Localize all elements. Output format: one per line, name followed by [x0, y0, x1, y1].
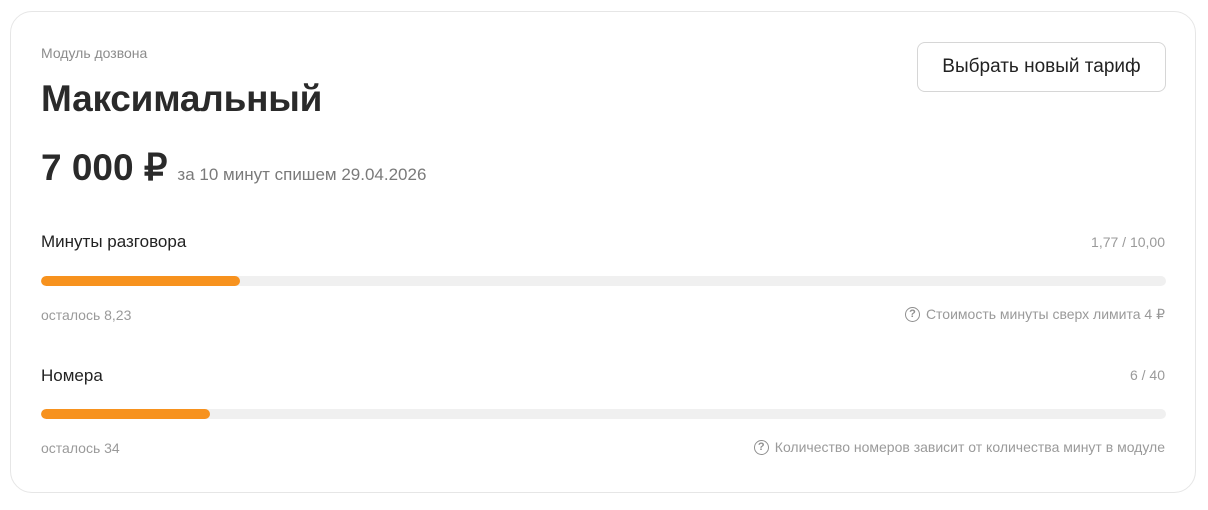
question-circle-icon[interactable]: ?: [753, 439, 769, 455]
hint-numbers[interactable]: ? Количество номеров зависит от количест…: [753, 439, 1165, 455]
tariff-card: Модуль дозвона Максимальный Выбрать новы…: [10, 11, 1196, 493]
progress-bar-minutes: [41, 276, 1166, 286]
price-note: за 10 минут спишем 29.04.2026: [177, 165, 427, 184]
price: 7 000 ₽: [41, 147, 168, 188]
choose-new-tariff-button[interactable]: Выбрать новый тариф: [917, 42, 1166, 92]
plan-name: Максимальный: [41, 78, 323, 119]
hint-text-minutes: Стоимость минуты сверх лимита 4 ₽: [925, 306, 1165, 322]
progress-fill-numbers: [41, 409, 210, 419]
metric-title-numbers: Номера: [41, 366, 103, 385]
question-circle-icon[interactable]: ?: [904, 307, 920, 322]
metric-count-minutes: 1,77 / 10,00: [1091, 234, 1165, 250]
hint-text-numbers: Количество номеров зависит от количества…: [774, 439, 1165, 455]
hint-minutes[interactable]: ? Стоимость минуты сверх лимита 4 ₽: [904, 306, 1165, 323]
remaining-minutes: осталось 8,23: [41, 307, 132, 323]
progress-fill-minutes: [41, 276, 241, 286]
price-row: 7 000 ₽ за 10 минут спишем 29.04.2026: [41, 146, 426, 189]
progress-bar-numbers: [41, 409, 1166, 419]
metric-count-numbers: 6 / 40: [1129, 367, 1165, 383]
metric-title-minutes: Минуты разговора: [41, 232, 187, 251]
module-label: Модуль дозвона: [41, 45, 148, 61]
remaining-numbers: осталось 34: [41, 440, 120, 456]
